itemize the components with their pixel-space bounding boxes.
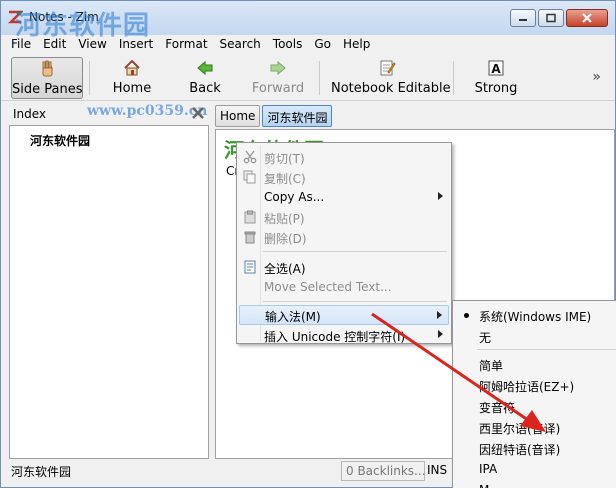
status-page-name: 河东软件园	[11, 465, 72, 479]
menu-move-selected[interactable]: Move Selected Text...	[239, 277, 449, 297]
side-panes-label: Side Panes	[12, 82, 83, 97]
im-item-system[interactable]: 系统(Windows IME)	[455, 305, 616, 326]
menu-input-method[interactable]: 输入法(M)	[239, 305, 449, 325]
paste-icon	[244, 210, 256, 224]
menu-delete[interactable]: 删除(D)	[239, 227, 449, 247]
forward-label: Forward	[251, 81, 305, 96]
context-menu: 剪切(T) 复制(C) Copy As... 粘贴(P) 删除(D) 全选(A)	[236, 142, 452, 344]
index-tree[interactable]: 河东软件园	[9, 125, 209, 459]
toolbar-separator	[453, 61, 454, 95]
menu-search[interactable]: Search	[214, 35, 267, 55]
back-button[interactable]: Back	[181, 57, 229, 99]
forward-arrow-icon	[270, 60, 286, 76]
home-icon	[124, 59, 140, 76]
im-item-none-label: 无	[479, 331, 492, 345]
close-button[interactable]	[566, 9, 608, 27]
menu-bar: File Edit View Insert Format Search Tool…	[1, 35, 615, 55]
insert-mode-indicator: INS	[427, 463, 448, 477]
maximize-icon	[546, 13, 556, 23]
scissors-icon	[243, 150, 257, 164]
toolbar-separator	[89, 61, 90, 95]
submenu-arrow-icon	[437, 311, 442, 319]
select-all-icon	[244, 260, 256, 274]
menu-separator	[477, 349, 616, 350]
minimize-button[interactable]	[510, 9, 536, 27]
index-item[interactable]: 河东软件园	[30, 132, 90, 149]
window-controls	[510, 9, 608, 27]
menu-cut-label: 剪切(T)	[264, 152, 305, 166]
menu-cut[interactable]: 剪切(T)	[239, 147, 449, 167]
notebook-editable-button[interactable]: Notebook Editable	[331, 57, 451, 99]
menu-separator	[263, 251, 447, 252]
maximize-button[interactable]	[538, 9, 564, 27]
toolbar: www.pc0359.cn Side Panes Home Back Forwa…	[1, 55, 615, 119]
path-current-button[interactable]: 河东软件园	[262, 105, 333, 127]
window-title: Notes - Zim	[29, 10, 99, 24]
menu-file[interactable]: File	[5, 35, 37, 55]
menu-paste[interactable]: 粘贴(P)	[239, 207, 449, 227]
menu-go[interactable]: Go	[308, 35, 337, 55]
back-label: Back	[189, 81, 221, 96]
notebook-editable-label: Notebook Editable	[331, 81, 451, 96]
menu-select-all-label: 全选(A)	[264, 262, 306, 276]
menu-edit[interactable]: Edit	[37, 35, 72, 55]
im-item[interactable]: 简单	[455, 354, 616, 375]
menu-separator	[263, 301, 447, 302]
toolbar-separator	[319, 61, 320, 95]
strong-button[interactable]: A Strong	[473, 57, 519, 99]
close-icon	[582, 13, 592, 23]
menu-copy-as[interactable]: Copy As...	[239, 187, 449, 207]
im-item[interactable]: 阿姆哈拉语(EZ+)	[455, 375, 616, 396]
minimize-icon	[519, 19, 527, 21]
title-bar[interactable]: Notes - Zim 河东软件园	[1, 1, 615, 41]
edit-page-icon	[380, 60, 396, 76]
im-item-system-label: 系统(Windows IME)	[479, 310, 592, 324]
home-button[interactable]: Home	[105, 57, 159, 99]
home-label: Home	[112, 81, 152, 96]
forward-button[interactable]: Forward	[247, 57, 309, 99]
im-item-none[interactable]: 无	[455, 326, 616, 347]
menu-insert-unicode-label: 插入 Unicode 控制字符(I)	[264, 330, 406, 344]
menu-input-method-label: 输入法(M)	[265, 310, 321, 324]
submenu-arrow-icon	[438, 330, 443, 338]
menu-move-selected-label: Move Selected Text...	[264, 280, 392, 294]
index-title: Index	[13, 107, 47, 121]
side-panes-button[interactable]: Side Panes	[11, 57, 83, 99]
strong-label: Strong	[474, 81, 518, 96]
close-pane-icon[interactable]	[191, 106, 205, 120]
im-item[interactable]: 西里尔语(音译)	[455, 417, 616, 438]
side-pane-header: Index	[9, 103, 209, 125]
path-bar: Home 河东软件园	[215, 105, 333, 127]
bold-icon: A	[488, 60, 504, 76]
back-arrow-icon	[197, 60, 213, 76]
side-pane: Index 河东软件园	[9, 103, 209, 459]
menu-view[interactable]: View	[72, 35, 112, 55]
trash-icon	[244, 231, 256, 244]
menu-help[interactable]: Help	[337, 35, 376, 55]
menu-copy-as-label: Copy As...	[264, 190, 325, 204]
copy-icon	[243, 170, 256, 184]
menu-copy[interactable]: 复制(C)	[239, 167, 449, 187]
zim-app-icon	[7, 10, 23, 24]
im-item[interactable]: M...	[455, 480, 616, 488]
radio-selected-icon	[464, 313, 469, 318]
path-home-button[interactable]: Home	[215, 105, 261, 127]
toolbar-overflow-icon[interactable]: »	[592, 69, 601, 85]
backlinks-button[interactable]: 0 Backlinks...	[341, 461, 426, 481]
hand-icon	[42, 60, 53, 77]
im-item[interactable]: 因纽特语(音译)	[455, 438, 616, 459]
menu-paste-label: 粘贴(P)	[264, 212, 305, 226]
input-method-submenu: 系统(Windows IME) 无 简单 阿姆哈拉语(EZ+) 变音符 西里尔语…	[452, 300, 616, 488]
menu-tools[interactable]: Tools	[267, 35, 309, 55]
im-item[interactable]: 变音符	[455, 396, 616, 417]
menu-insert[interactable]: Insert	[113, 35, 159, 55]
menu-select-all[interactable]: 全选(A)	[239, 257, 449, 277]
menu-insert-unicode[interactable]: 插入 Unicode 控制字符(I)	[239, 325, 449, 345]
menu-copy-label: 复制(C)	[264, 172, 306, 186]
menu-format[interactable]: Format	[159, 35, 213, 55]
svg-text:A: A	[491, 62, 501, 76]
submenu-arrow-icon	[438, 192, 443, 200]
menu-delete-label: 删除(D)	[264, 232, 307, 246]
im-item[interactable]: IPA	[455, 459, 616, 480]
